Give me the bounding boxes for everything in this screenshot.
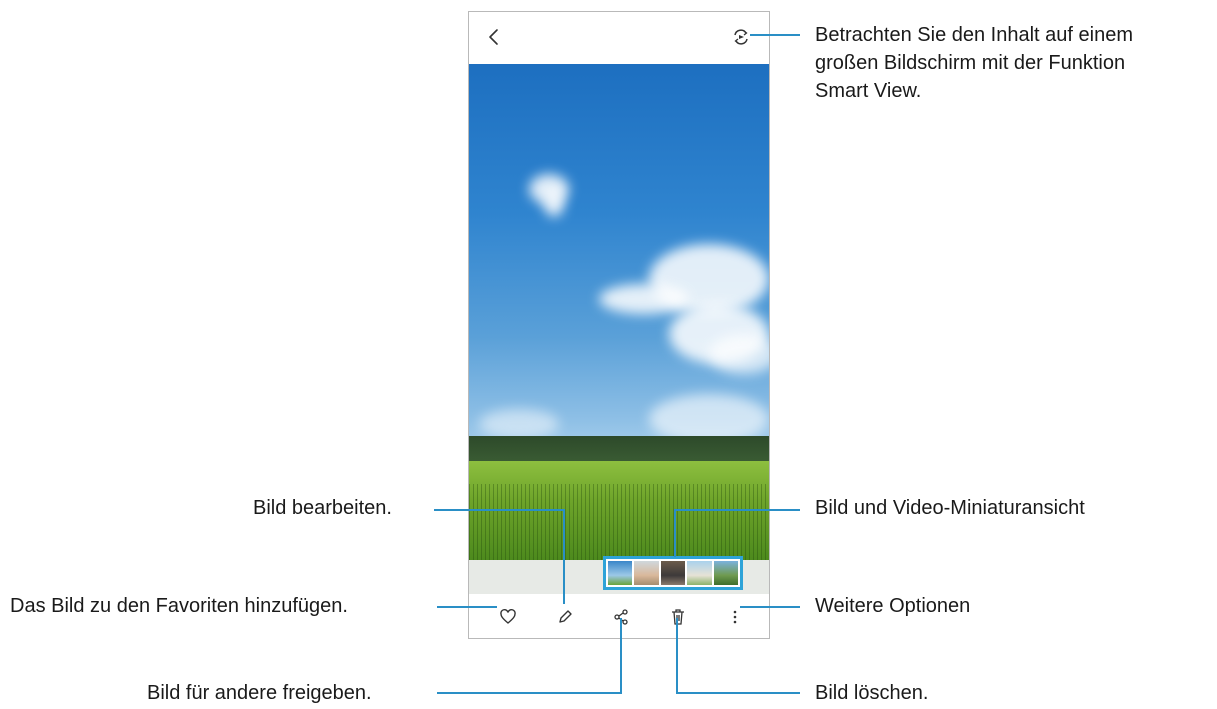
thumbnail[interactable]	[634, 561, 659, 585]
photo-view[interactable]	[469, 64, 769, 560]
more-vertical-icon[interactable]	[725, 607, 745, 627]
callout-delete: Bild löschen.	[815, 682, 929, 704]
thumbnail-strip[interactable]	[603, 556, 743, 590]
top-bar	[469, 12, 769, 64]
chevron-left-icon[interactable]	[483, 26, 505, 48]
callout-line-edit-v	[563, 509, 565, 604]
callout-line-thumbnails-v	[674, 509, 676, 557]
thumbnail[interactable]	[660, 561, 686, 585]
callout-line-delete-v	[676, 618, 678, 693]
callout-favorites: Das Bild zu den Favoriten hinzufügen.	[10, 595, 348, 617]
callout-share: Bild für andere freigeben.	[147, 682, 372, 704]
tree-line	[469, 436, 769, 464]
smart-view-icon[interactable]	[731, 27, 751, 47]
bottom-bar	[469, 594, 769, 638]
callout-smart-view-line3: Smart View.	[815, 80, 922, 102]
callout-line-thumbnails-h	[674, 509, 800, 511]
callout-smart-view-line2: großen Bildschirm mit der Funktion	[815, 52, 1126, 74]
callout-edit: Bild bearbeiten.	[253, 497, 392, 519]
thumbnail[interactable]	[713, 561, 739, 585]
phone-screen	[468, 11, 770, 639]
callout-more-options: Weitere Optionen	[815, 595, 971, 617]
callout-line-edit-h	[434, 509, 565, 511]
thumbnail[interactable]	[687, 561, 712, 585]
callout-line-share-h	[437, 692, 622, 694]
callout-smart-view-line1: Betrachten Sie den Inhalt auf einem	[815, 24, 1133, 46]
callout-line-favorites	[437, 606, 497, 608]
callout-thumbnails: Bild und Video-Miniaturansicht	[815, 497, 1085, 519]
callout-line-more	[740, 606, 800, 608]
heart-icon[interactable]	[498, 607, 518, 627]
callout-line-smart-view	[750, 34, 800, 36]
trash-icon[interactable]	[668, 607, 688, 627]
thumbnail[interactable]	[608, 561, 633, 585]
callout-line-share-v	[620, 618, 622, 693]
pencil-icon[interactable]	[555, 607, 575, 627]
callout-line-delete-h	[676, 692, 800, 694]
